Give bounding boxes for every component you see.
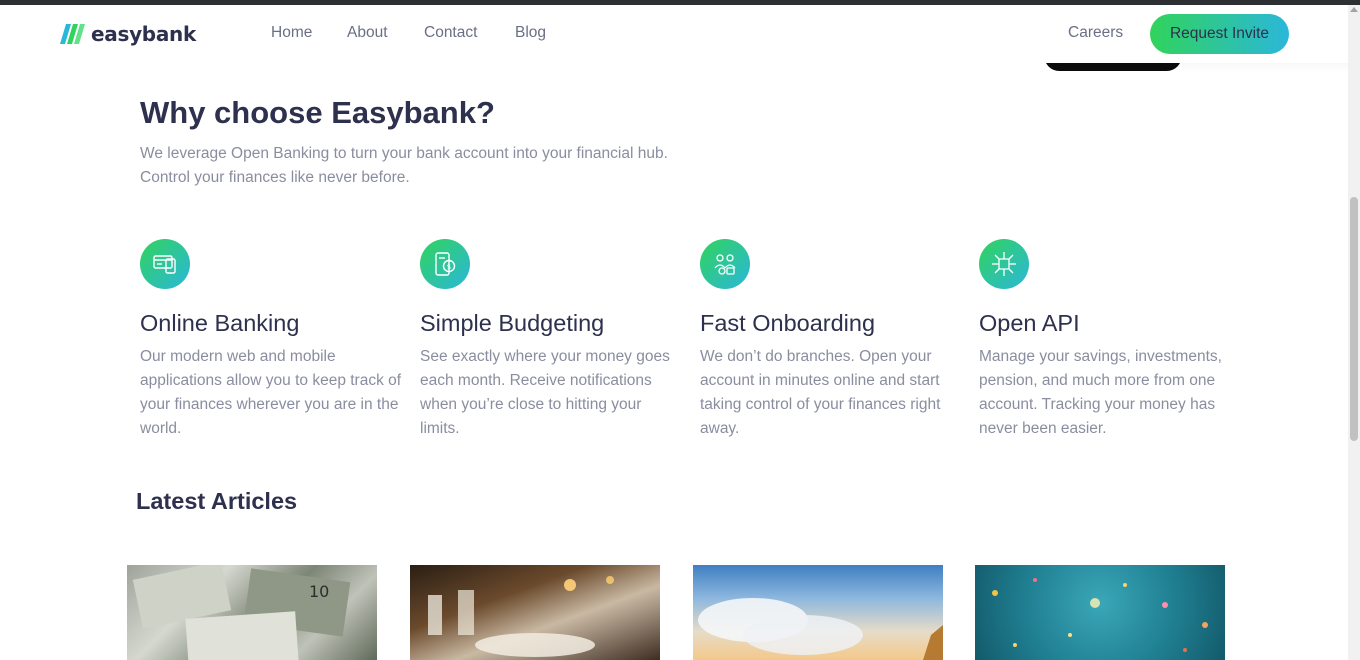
request-invite-button[interactable]: Request Invite — [1150, 14, 1289, 54]
nav-link-about[interactable]: About — [347, 24, 388, 42]
feature-title: Online Banking — [140, 310, 300, 336]
feature-title: Fast Onboarding — [700, 310, 876, 336]
money-image[interactable]: 10 — [127, 565, 377, 660]
restaurant-image[interactable] — [410, 565, 660, 660]
scrollbar-thumb[interactable] — [1350, 197, 1358, 441]
nav-link-home[interactable]: Home — [271, 24, 312, 42]
why-subtitle-line-1: We leverage Open Banking to turn your ba… — [140, 145, 668, 162]
logo-icon — [60, 24, 85, 44]
latest-articles-title: Latest Articles — [136, 488, 298, 514]
feature-description: See exactly where your money goes each m… — [420, 348, 670, 437]
why-subtitle-line-2: Control your finances like never before. — [140, 169, 410, 186]
scrollbar[interactable] — [1348, 5, 1360, 660]
feature-title: Open API — [979, 310, 1080, 336]
budgeting-icon: $ — [420, 239, 470, 289]
feature-online-banking: Online Banking Our modern web and mobile… — [140, 239, 402, 437]
feature-description: Manage your savings, investments, pensio… — [979, 348, 1222, 437]
confetti-image[interactable] — [975, 565, 1225, 660]
why-subtitle: We leverage Open Banking to turn your ba… — [140, 142, 740, 190]
feature-open-api: Open API Manage your savings, investment… — [979, 239, 1241, 437]
onboarding-icon — [700, 239, 750, 289]
nav-link-contact[interactable]: Contact — [424, 24, 477, 42]
feature-title: Simple Budgeting — [420, 310, 605, 336]
scroll-up-arrow-icon[interactable] — [1350, 7, 1358, 12]
navbar: easybank Home About Contact Blog Careers… — [0, 5, 1348, 63]
nav-link-blog[interactable]: Blog — [515, 24, 546, 42]
feature-fast-onboarding: Fast Onboarding We don’t do branches. Op… — [700, 239, 962, 437]
feature-simple-budgeting: $ Simple Budgeting See exactly where you… — [420, 239, 682, 437]
why-title: Why choose Easybank? — [140, 95, 495, 130]
svg-text:10: 10 — [309, 582, 329, 601]
online-banking-icon — [140, 239, 190, 289]
feature-description: We don’t do branches. Open your account … — [700, 348, 941, 437]
nav-link-careers[interactable]: Careers — [1068, 24, 1123, 42]
feature-description: Our modern web and mobile applications a… — [140, 348, 402, 437]
api-icon — [979, 239, 1029, 289]
brand-name: easybank — [91, 22, 196, 46]
svg-text:$: $ — [447, 263, 451, 271]
plane-sky-image[interactable] — [693, 565, 943, 660]
logo[interactable]: easybank — [60, 21, 196, 47]
